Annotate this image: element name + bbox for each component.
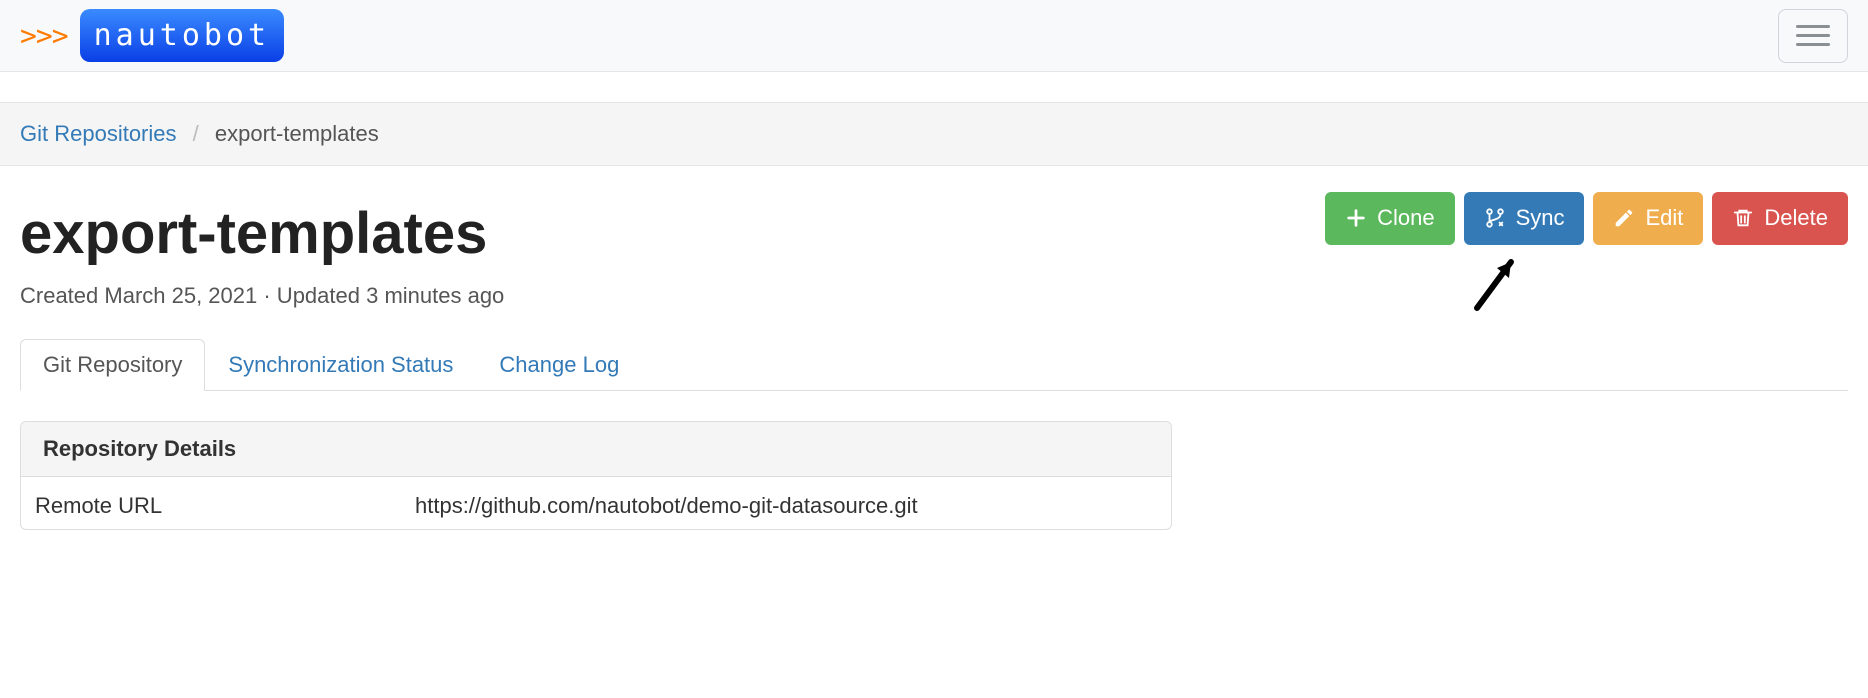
main-container: export-templates Created March 25, 2021 … (0, 166, 1868, 530)
sync-button-label: Sync (1516, 204, 1565, 233)
page-title: export-templates (20, 200, 504, 267)
breadcrumb-separator-icon: / (193, 121, 199, 146)
repository-details-panel: Repository Details Remote URL https://gi… (20, 421, 1172, 530)
navbar: >>> nautobot (0, 0, 1868, 72)
trash-icon (1732, 207, 1754, 229)
git-branch-icon (1484, 207, 1506, 229)
panel-heading: Repository Details (21, 422, 1171, 477)
title-block: export-templates Created March 25, 2021 … (20, 192, 504, 309)
delete-button[interactable]: Delete (1712, 192, 1848, 245)
brand-chevrons-icon: >>> (20, 19, 68, 52)
page-meta: Created March 25, 2021 · Updated 3 minut… (20, 283, 504, 309)
row-remote-url: Remote URL https://github.com/nautobot/d… (21, 477, 1171, 529)
edit-button[interactable]: Edit (1593, 192, 1703, 245)
hamburger-button[interactable] (1778, 9, 1848, 63)
tabs: Git Repository Synchronization Status Ch… (20, 339, 1848, 391)
brand-name: nautobot (80, 9, 285, 62)
plus-icon (1345, 207, 1367, 229)
delete-button-label: Delete (1764, 204, 1828, 233)
tab-synchronization-status[interactable]: Synchronization Status (205, 339, 476, 391)
tab-change-log[interactable]: Change Log (476, 339, 642, 391)
edit-button-label: Edit (1645, 204, 1683, 233)
brand[interactable]: >>> nautobot (20, 9, 284, 62)
tab-git-repository[interactable]: Git Repository (20, 339, 205, 391)
pencil-icon (1613, 207, 1635, 229)
remote-url-label: Remote URL (35, 493, 415, 519)
remote-url-value: https://github.com/nautobot/demo-git-dat… (415, 493, 918, 519)
clone-button[interactable]: Clone (1325, 192, 1454, 245)
breadcrumb-parent-link[interactable]: Git Repositories (20, 121, 177, 146)
clone-button-label: Clone (1377, 204, 1434, 233)
breadcrumb-current: export-templates (215, 121, 379, 146)
action-buttons: Clone Sync Edit Delete (1325, 192, 1848, 245)
annotation-arrow-icon (1467, 248, 1527, 318)
sync-button[interactable]: Sync (1464, 192, 1585, 245)
header-row: export-templates Created March 25, 2021 … (20, 192, 1848, 309)
breadcrumb: Git Repositories / export-templates (0, 102, 1868, 166)
